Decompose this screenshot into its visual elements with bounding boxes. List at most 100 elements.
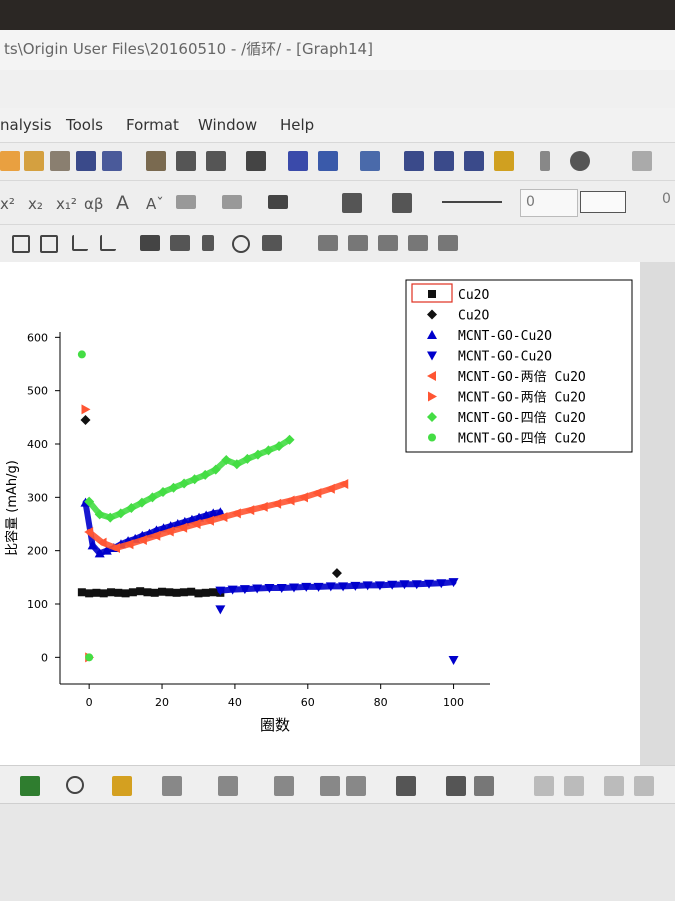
- align-right-icon[interactable]: [564, 776, 584, 796]
- menu-bar: nalysis Tools Format Window Help: [0, 108, 675, 142]
- script-window-icon[interactable]: [404, 151, 424, 171]
- align-left-icon[interactable]: [534, 776, 554, 796]
- import-ascii-icon[interactable]: [176, 151, 196, 171]
- x-tick-label: 100: [443, 696, 464, 709]
- results-log-icon[interactable]: [318, 151, 338, 171]
- menu-tools[interactable]: Tools: [66, 116, 103, 134]
- subscript-icon[interactable]: x₂: [28, 195, 43, 213]
- series-5-point: [81, 404, 91, 415]
- series-0-point: [165, 588, 174, 597]
- line-width-field[interactable]: 0: [520, 189, 578, 217]
- line-style-icon[interactable]: [222, 195, 242, 209]
- pattern-width-value[interactable]: 0: [662, 191, 671, 207]
- legend-icon[interactable]: [170, 235, 190, 251]
- print-icon[interactable]: [246, 151, 266, 171]
- notes-icon[interactable]: [464, 151, 484, 171]
- line-style-selector[interactable]: [442, 201, 502, 203]
- menu-analysis[interactable]: nalysis: [0, 116, 52, 134]
- reset-icon[interactable]: [474, 776, 494, 796]
- layer-box-icon[interactable]: [40, 235, 58, 253]
- open-icon[interactable]: [24, 151, 44, 171]
- decrease-font-icon[interactable]: Aˇ: [146, 195, 164, 213]
- mask-hide-icon[interactable]: [408, 235, 428, 251]
- code-builder-icon[interactable]: [288, 151, 308, 171]
- y-axis-title: 比容量 (mAh/g): [4, 460, 20, 556]
- menu-format[interactable]: Format: [126, 116, 179, 134]
- drawing-toolbar: [0, 765, 675, 804]
- series-0-point: [99, 589, 108, 598]
- series-7-point: [85, 653, 94, 662]
- layer-frame-icon[interactable]: [12, 235, 30, 253]
- open-template-icon[interactable]: [50, 151, 70, 171]
- project-explorer-icon[interactable]: [360, 151, 380, 171]
- mask-clear-icon[interactable]: [438, 235, 458, 251]
- colorscale-icon[interactable]: [202, 235, 214, 251]
- grid-icon[interactable]: [396, 776, 416, 796]
- mask-icon[interactable]: [318, 235, 338, 251]
- greek-icon[interactable]: αβ: [84, 195, 103, 213]
- window-title: ts\Origin User Files\20160510 - /循环/ - […: [4, 40, 373, 58]
- import-icon[interactable]: [146, 151, 166, 171]
- clock-icon[interactable]: [232, 235, 250, 253]
- extend-icon[interactable]: [320, 776, 340, 796]
- pie-icon[interactable]: [570, 151, 590, 171]
- superscript-icon[interactable]: x²: [0, 195, 15, 213]
- chart-svg: 0 100 200 300 400 500 600 0 20 40 60 80 100 圈数 比容量 (mA…: [4, 279, 633, 734]
- new-project-icon[interactable]: [0, 151, 20, 171]
- legend-box: Cu2O Cu2O MCNT-GO-Cu2O MCNT-GO-Cu2O MCNT-GO-…: [405, 279, 633, 453]
- insert-icon[interactable]: [540, 151, 550, 171]
- x-tick-label: 40: [228, 696, 242, 709]
- series-7-point: [77, 350, 86, 359]
- shrink-icon[interactable]: [346, 776, 366, 796]
- y-tick-label: 300: [27, 491, 48, 504]
- legend-frame: [405, 279, 633, 453]
- command-window-icon[interactable]: [434, 151, 454, 171]
- align-icon[interactable]: [176, 195, 196, 209]
- mask-swap-icon[interactable]: [378, 235, 398, 251]
- legend-symbol: [428, 433, 436, 442]
- series-0-point: [128, 588, 137, 597]
- resize-icon[interactable]: [446, 776, 466, 796]
- series-3-point: [448, 656, 459, 665]
- y-tick-label: 600: [27, 331, 48, 344]
- series-0-point: [77, 588, 86, 597]
- distribute-icon[interactable]: [604, 776, 624, 796]
- series-1-point: [80, 415, 91, 425]
- tilt-icon[interactable]: [218, 776, 238, 796]
- axis-break-icon[interactable]: [100, 235, 116, 251]
- menu-window[interactable]: Window: [198, 116, 257, 134]
- series-0-point: [158, 587, 167, 596]
- series-1-point: [331, 568, 342, 579]
- y-tick-label: 400: [27, 438, 48, 451]
- series-0-point: [201, 588, 210, 597]
- gear-icon[interactable]: [494, 151, 514, 171]
- rotate-icon[interactable]: [162, 776, 182, 796]
- legend-label: MCNT-GO-两倍 Cu2O: [458, 391, 586, 406]
- cut-icon[interactable]: [632, 151, 652, 171]
- same-size-icon[interactable]: [634, 776, 654, 796]
- cube-icon[interactable]: [112, 776, 132, 796]
- legend-label: MCNT-GO-四倍 Cu2O: [458, 432, 586, 447]
- series-0-point: [187, 587, 196, 596]
- axis-icon[interactable]: [72, 235, 88, 251]
- font-color-icon[interactable]: [268, 195, 288, 209]
- save-icon[interactable]: [76, 151, 96, 171]
- fill-color-icon[interactable]: [342, 193, 362, 213]
- series-0-point: [121, 589, 130, 598]
- increase-font-icon[interactable]: A: [116, 192, 129, 214]
- perspective-icon[interactable]: [274, 776, 294, 796]
- supersubscript-icon[interactable]: x₁²: [56, 195, 77, 213]
- standard-toolbar: [0, 142, 675, 181]
- menu-help[interactable]: Help: [280, 116, 314, 134]
- save-template-icon[interactable]: [102, 151, 122, 171]
- layer-contents-icon[interactable]: [140, 235, 160, 251]
- plot-3d-icon[interactable]: [20, 776, 40, 796]
- series-0-point: [150, 588, 159, 597]
- line-color-icon[interactable]: [392, 193, 412, 213]
- mask-range-icon[interactable]: [348, 235, 368, 251]
- table-icon[interactable]: [262, 235, 282, 251]
- series-0-point: [143, 588, 152, 597]
- import-multiple-icon[interactable]: [206, 151, 226, 171]
- polar-icon[interactable]: [66, 776, 84, 794]
- fill-pattern-box[interactable]: [580, 191, 626, 213]
